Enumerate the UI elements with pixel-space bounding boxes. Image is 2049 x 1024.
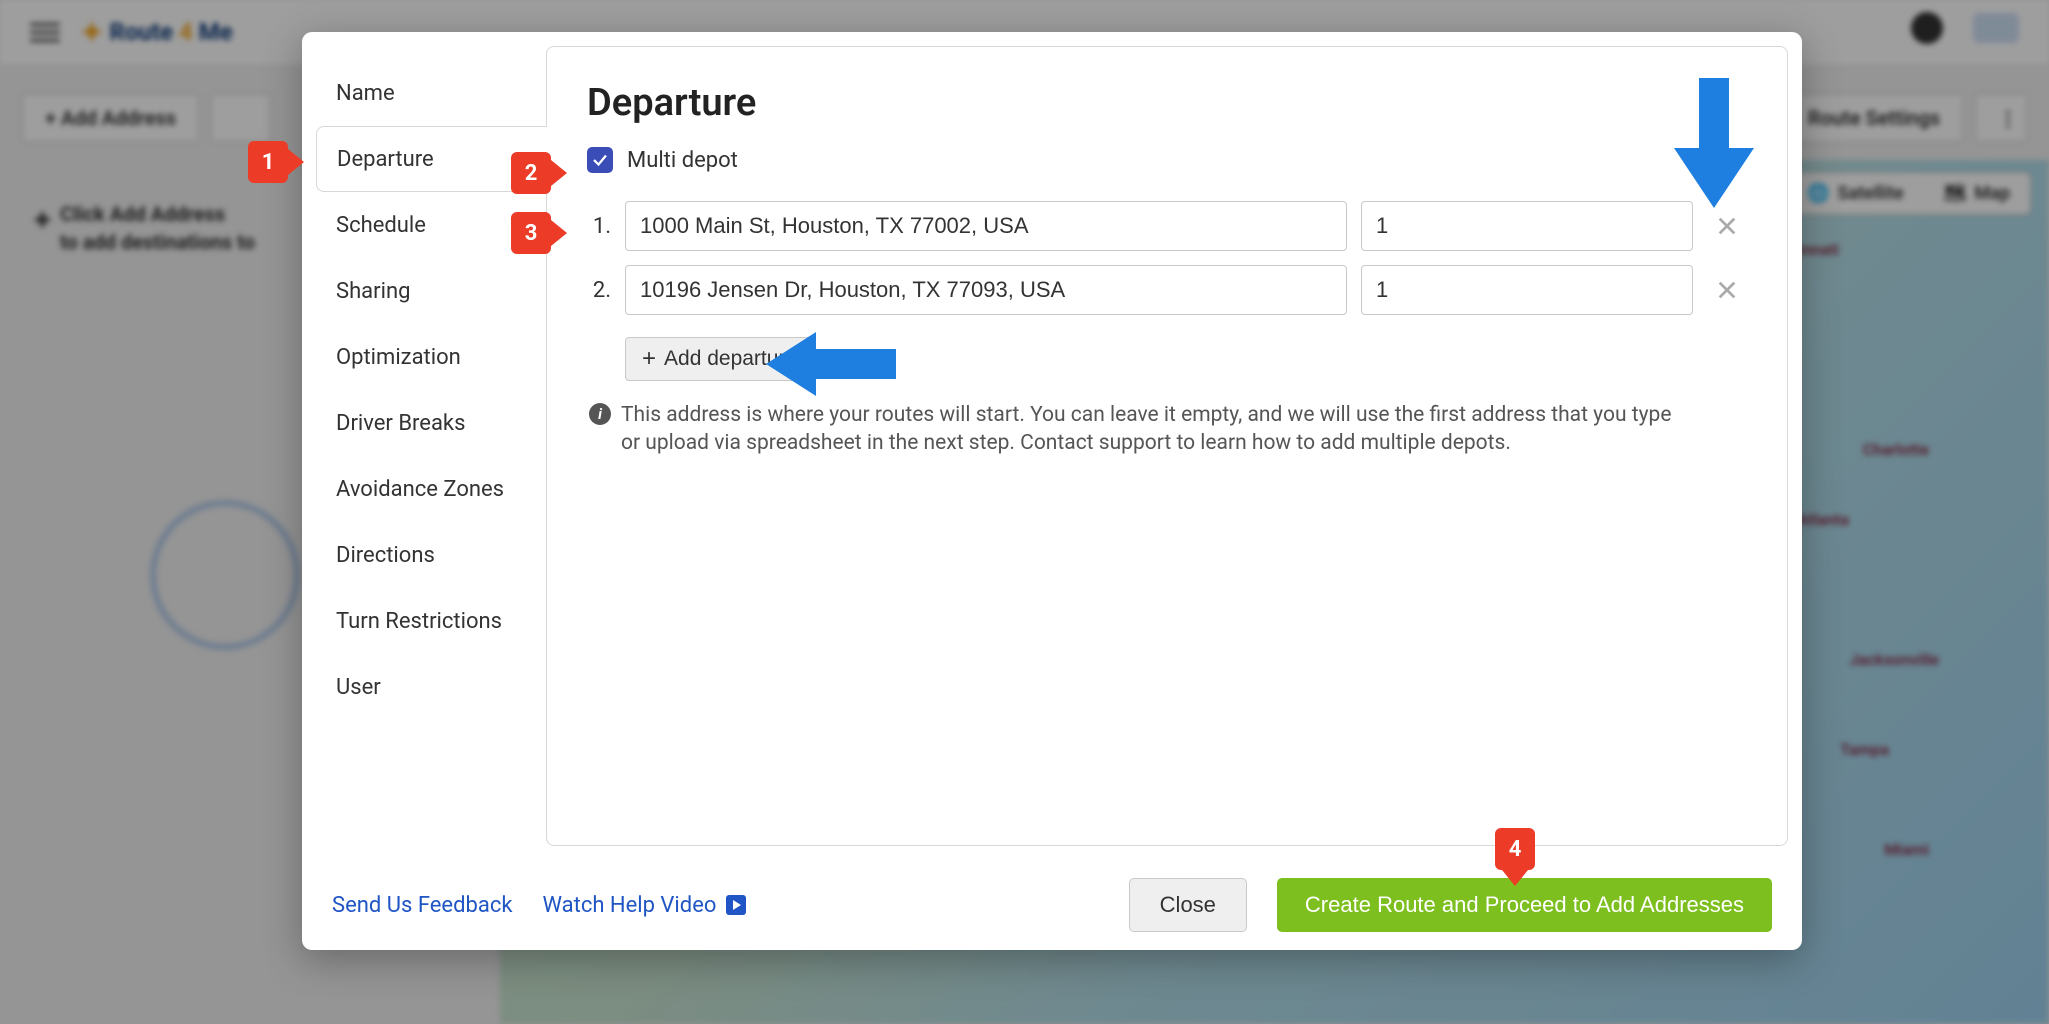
close-button[interactable]: Close (1129, 878, 1247, 932)
departure-row: 2. (587, 265, 1747, 315)
sidebar-item-turn-restrictions[interactable]: Turn Restrictions (316, 588, 546, 654)
departure-address-input[interactable] (625, 201, 1347, 251)
annotation-badge: 1 (248, 141, 288, 183)
annotation-arrow-right-icon (551, 220, 567, 246)
annotation-callout-1: 1 (248, 141, 304, 183)
info-text: This address is where your routes will s… (621, 401, 1679, 458)
sidebar-item-optimization[interactable]: Optimization (316, 324, 546, 390)
close-icon (1716, 279, 1738, 301)
watch-help-video-link[interactable]: Watch Help Video (542, 893, 746, 918)
departure-count-input[interactable] (1361, 265, 1693, 315)
big-arrow-left-icon (766, 332, 896, 396)
departure-number: 1. (587, 214, 611, 239)
info-row: i This address is where your routes will… (589, 401, 1679, 458)
departure-number: 2. (587, 278, 611, 303)
sidebar-item-avoidance-zones[interactable]: Avoidance Zones (316, 456, 546, 522)
info-icon: i (589, 403, 611, 425)
departure-panel: Departure Multi depot 1. 2. (546, 46, 1788, 846)
watch-help-video-label: Watch Help Video (542, 893, 716, 918)
annotation-callout-2: 2 (511, 152, 567, 194)
annotation-callout-4: 4 (1495, 828, 1535, 886)
big-arrow-down-icon (1674, 78, 1754, 208)
multi-depot-label: Multi depot (627, 148, 738, 173)
check-icon (591, 151, 609, 169)
send-feedback-link[interactable]: Send Us Feedback (332, 893, 512, 918)
multi-depot-checkbox[interactable] (587, 147, 613, 173)
sidebar-item-directions[interactable]: Directions (316, 522, 546, 588)
departure-delete-button[interactable] (1707, 206, 1747, 246)
multi-depot-row: Multi depot (587, 147, 1747, 173)
modal-footer: Send Us Feedback Watch Help Video Close … (302, 860, 1802, 950)
departure-count-input[interactable] (1361, 201, 1693, 251)
panel-title: Departure (587, 81, 1747, 125)
sidebar-item-sharing[interactable]: Sharing (316, 258, 546, 324)
sidebar-item-driver-breaks[interactable]: Driver Breaks (316, 390, 546, 456)
annotation-badge: 3 (511, 212, 551, 254)
sidebar-item-user[interactable]: User (316, 654, 546, 720)
close-icon (1716, 215, 1738, 237)
annotation-arrow-down-icon (1502, 870, 1528, 886)
annotation-badge: 4 (1495, 828, 1535, 870)
play-icon (726, 895, 746, 915)
sidebar-item-name[interactable]: Name (316, 60, 546, 126)
plus-icon: + (642, 347, 656, 371)
annotation-callout-3: 3 (511, 212, 567, 254)
create-route-button[interactable]: Create Route and Proceed to Add Addresse… (1277, 878, 1772, 932)
departure-row: 1. (587, 201, 1747, 251)
annotation-arrow-right-icon (551, 160, 567, 186)
annotation-arrow-right-icon (288, 149, 304, 175)
departure-delete-button[interactable] (1707, 270, 1747, 310)
annotation-badge: 2 (511, 152, 551, 194)
departure-address-input[interactable] (625, 265, 1347, 315)
